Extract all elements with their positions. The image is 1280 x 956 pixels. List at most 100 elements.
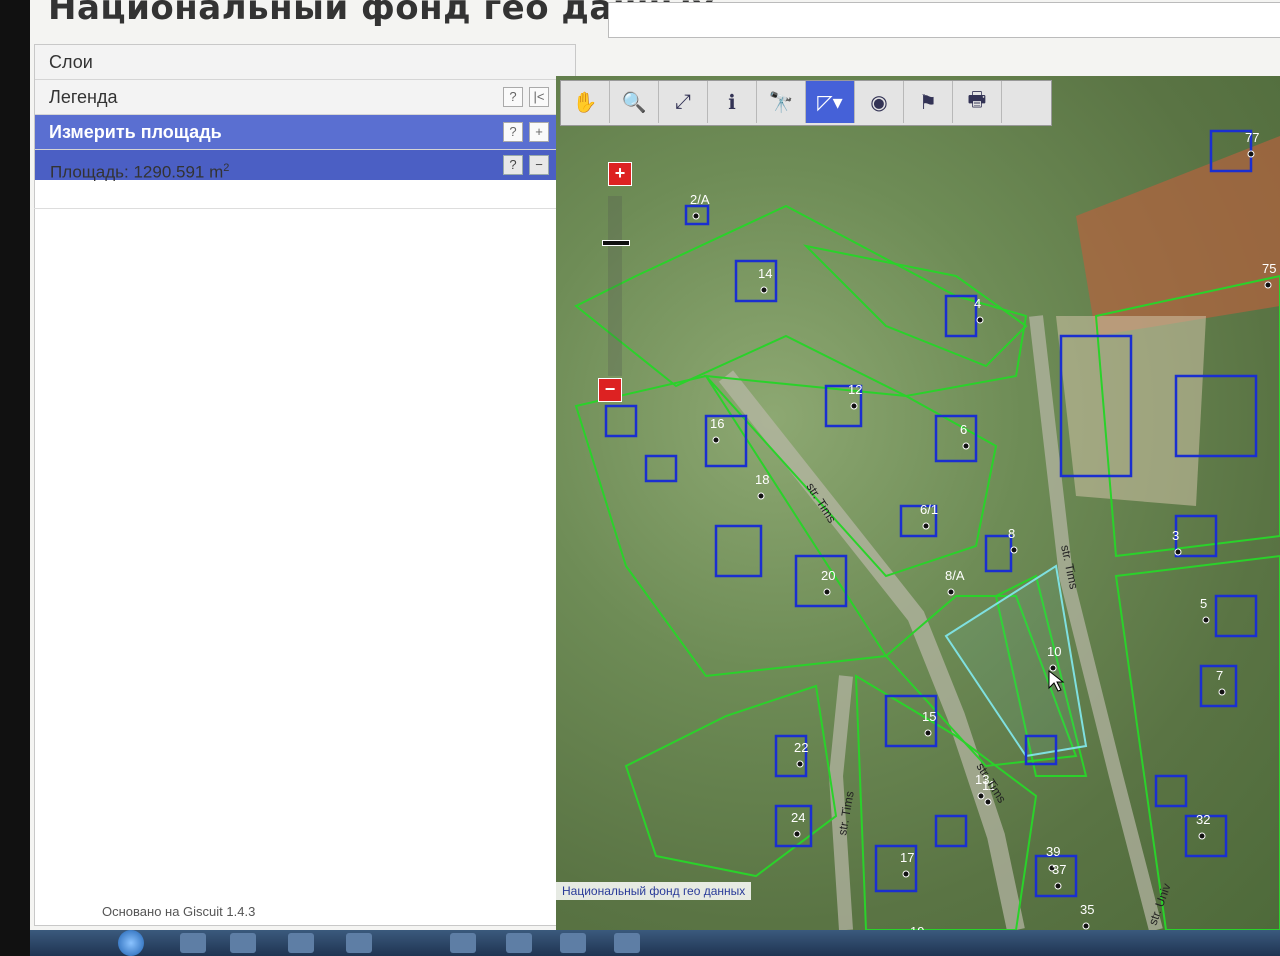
accordion-legend[interactable]: Легенда ? |< (35, 80, 575, 115)
parcel-point (850, 402, 858, 410)
parcel-label: 17 (900, 850, 914, 865)
parcel-point (924, 729, 932, 737)
map-toolbar: ✋ 🔍 ⤢ ℹ 🔭 ◸▾ ◉ ⚑ 🖶 (560, 80, 1052, 126)
parcel-label: 75 (1262, 261, 1276, 276)
help-icon[interactable]: ? (503, 155, 523, 175)
taskbar-app-icon[interactable] (506, 933, 532, 953)
zoom-slider[interactable] (608, 196, 622, 376)
building-outline (1174, 514, 1218, 558)
building-outline (944, 294, 978, 338)
parcel-label: 22 (794, 740, 808, 755)
building-outline (714, 524, 763, 578)
info-tool-icon[interactable]: ℹ (708, 81, 757, 123)
parcel-point (1198, 832, 1206, 840)
parcel-label: 12 (848, 382, 862, 397)
windows-taskbar (30, 930, 1280, 956)
parcel-point (796, 760, 804, 768)
collapse-panel-icon[interactable]: |< (529, 87, 549, 107)
parcel-label: 77 (1245, 130, 1259, 145)
parcel-label: 6/1 (920, 502, 938, 517)
area-label: Площадь: (50, 162, 129, 182)
taskbar-app-icon[interactable] (288, 933, 314, 953)
parcel-point (1218, 688, 1226, 696)
map-attribution: Национальный фонд гео данных (556, 882, 752, 900)
zoom-in-button[interactable]: + (608, 162, 632, 186)
taskbar-app-icon[interactable] (180, 933, 206, 953)
taskbar-app-icon[interactable] (346, 933, 372, 953)
zoom-slider-handle[interactable] (602, 240, 630, 246)
taskbar-app-icon[interactable] (614, 933, 640, 953)
panel-divider (34, 208, 574, 209)
taskbar-app-icon[interactable] (560, 933, 586, 953)
zoom-box-tool-icon[interactable]: 🔍 (610, 81, 659, 123)
parcel-label: 2/A (690, 192, 710, 207)
parcel-point (947, 588, 955, 596)
flag-tool-icon[interactable]: ⚑ (904, 81, 953, 123)
accordion-measure-area[interactable]: Измерить площадь ? + (35, 115, 575, 150)
taskbar-app-icon[interactable] (230, 933, 256, 953)
parcel-label: 39 (1046, 844, 1060, 859)
parcel-point (922, 522, 930, 530)
parcel-label: 20 (821, 568, 835, 583)
parcel-outline (574, 204, 1028, 398)
parcel-point (757, 492, 765, 500)
area-unit: m (209, 162, 224, 182)
parcel-label: 7 (1216, 668, 1223, 683)
parcel-label: 35 (1080, 902, 1094, 917)
help-icon[interactable]: ? (503, 122, 523, 142)
parcel-label: 8/A (945, 568, 965, 583)
parcel-label: 37 (1052, 862, 1066, 877)
map-overlay: 2/A14477751216 6186/18 320 8/A5107152213112… (574, 129, 1280, 930)
parcel-point (902, 870, 910, 878)
parcel-point (962, 442, 970, 450)
zoom-out-button[interactable]: − (598, 378, 622, 402)
title-search-field[interactable] (608, 2, 1280, 38)
parcel-point (1174, 548, 1182, 556)
target-tool-icon[interactable]: ◉ (855, 81, 904, 123)
accordion-layers[interactable]: Слои (35, 45, 575, 80)
parcel-point (1247, 150, 1255, 158)
parcel-point (1264, 281, 1272, 289)
parcel-point (712, 436, 720, 444)
parcel-label: 16 (710, 416, 724, 431)
parcel-label: 10 (1047, 644, 1061, 659)
parcel-point (984, 798, 992, 806)
pan-tool-icon[interactable]: ✋ (561, 81, 610, 123)
parcel-point (1202, 616, 1210, 624)
area-unit-exponent: 2 (223, 162, 230, 174)
powered-by-footer: Основано на Giscuit 1.4.3 (102, 904, 256, 919)
taskbar-app-icon[interactable] (450, 933, 476, 953)
layers-label: Слои (49, 52, 93, 72)
legend-label: Легенда (49, 87, 118, 107)
plus-icon[interactable]: + (529, 122, 549, 142)
parcel-point (976, 316, 984, 324)
help-icon[interactable]: ? (503, 87, 523, 107)
parcel-outline (624, 684, 838, 878)
monitor-bezel (0, 0, 30, 956)
building-outline (934, 814, 968, 848)
find-tool-icon[interactable]: 🔭 (757, 81, 806, 123)
map-canvas[interactable]: 2/A 14 4 77 75 12 16 6 18 6/1 8 3 20 8/A 5 10 7 15 22 13 11 2… (556, 76, 1280, 930)
parcel-point (1054, 882, 1062, 890)
building-outline (1154, 774, 1188, 808)
building-outline (1214, 594, 1258, 638)
building-outline (984, 534, 1013, 573)
building-outline (644, 454, 678, 483)
parcel-label: 4 (974, 296, 981, 311)
parcel-label: 14 (758, 266, 772, 281)
parcel-point (793, 830, 801, 838)
parcel-label: 3 (1172, 528, 1179, 543)
parcel-point (823, 588, 831, 596)
print-tool-icon[interactable]: 🖶 (953, 81, 1002, 123)
measure-tool-icon[interactable]: ◸▾ (806, 81, 855, 123)
parcel-point (692, 212, 700, 220)
parcel-point (1049, 664, 1057, 672)
parcel-label: 6 (960, 422, 967, 437)
parcel-point (760, 286, 768, 294)
zoom-extent-tool-icon[interactable]: ⤢ (659, 81, 708, 123)
minus-icon[interactable]: − (529, 155, 549, 175)
area-value: 1290.591 (133, 162, 205, 182)
measure-area-label: Измерить площадь (49, 122, 222, 142)
start-button[interactable] (118, 930, 144, 956)
building-outline (604, 404, 638, 438)
